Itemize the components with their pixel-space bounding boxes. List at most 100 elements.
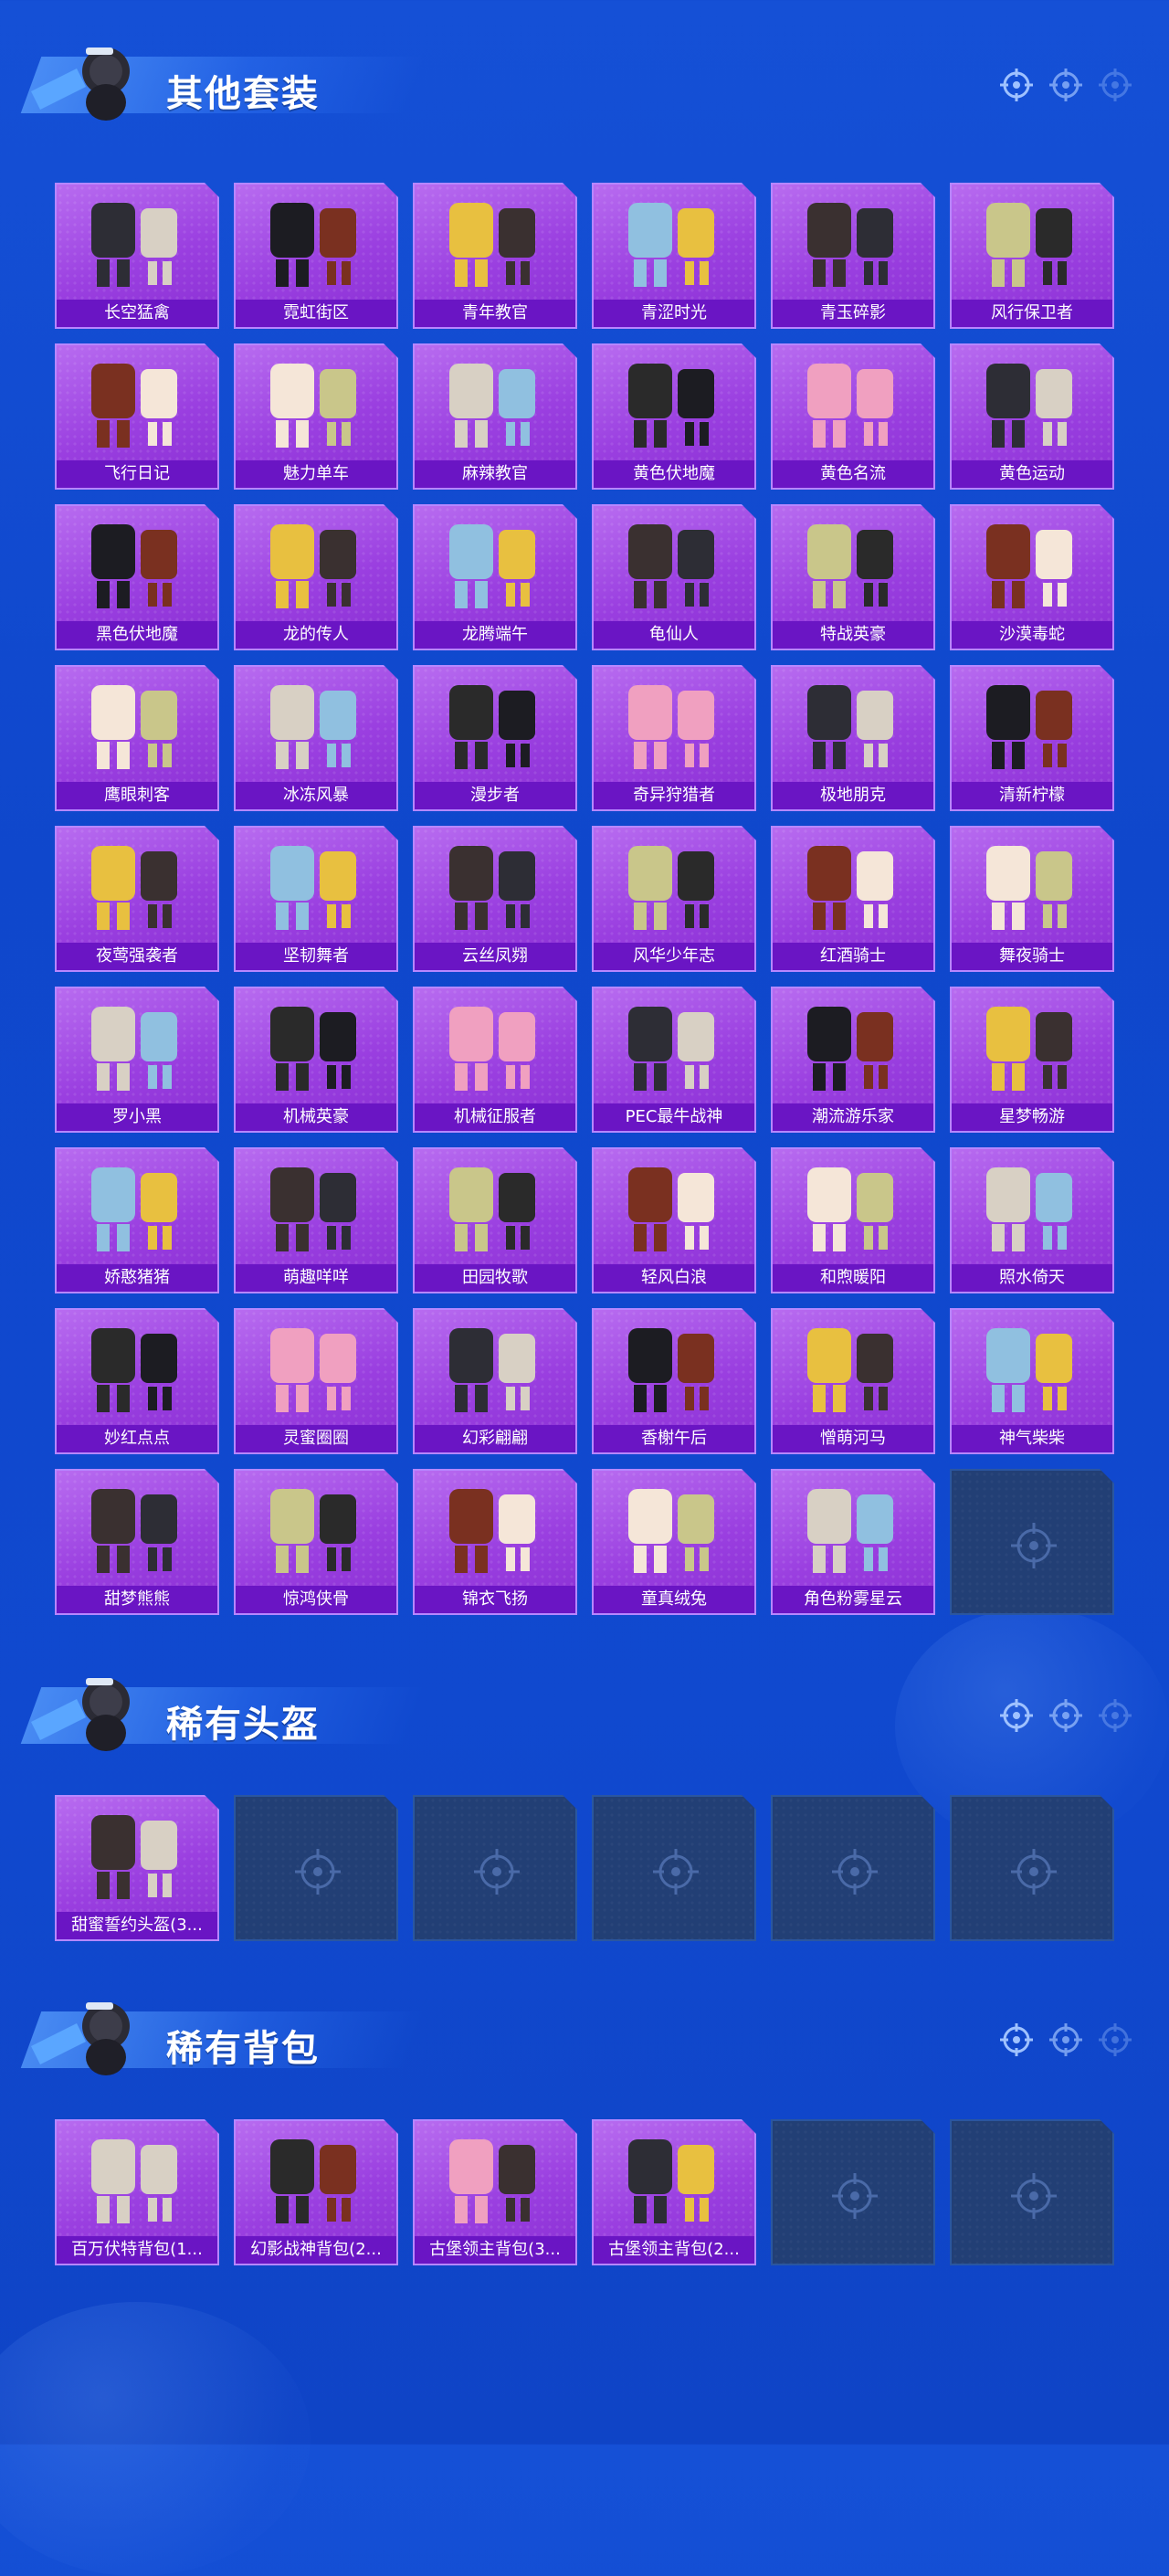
item-thumbnail-icon <box>807 524 893 608</box>
item-thumbnail-icon <box>986 846 1072 930</box>
crosshair-icon <box>474 1849 520 1895</box>
crosshair-icon <box>1011 1849 1057 1895</box>
item-card[interactable]: 云丝凤翙 <box>413 826 577 972</box>
item-thumbnail-icon <box>91 2139 177 2223</box>
item-thumbnail-icon <box>986 1328 1072 1412</box>
item-card[interactable]: 长空猛禽 <box>55 183 219 329</box>
item-card[interactable]: 龙腾端午 <box>413 504 577 650</box>
crosshair-icon <box>653 1849 699 1895</box>
item-card[interactable]: 童真绒兔 <box>592 1469 756 1615</box>
item-thumbnail-icon <box>807 203 893 287</box>
item-card[interactable]: 冰冻风暴 <box>234 665 398 811</box>
background-balloon <box>0 2302 311 2576</box>
item-card[interactable]: 甜梦熊熊 <box>55 1469 219 1615</box>
item-label: 青玉碎影 <box>773 300 933 327</box>
item-card[interactable]: 鹰眼刺客 <box>55 665 219 811</box>
item-card[interactable]: 惊鸿侠骨 <box>234 1469 398 1615</box>
item-card[interactable]: 潮流游乐家 <box>771 987 935 1133</box>
item-card[interactable]: 特战英豪 <box>771 504 935 650</box>
crosshair-icon <box>1049 69 1082 101</box>
item-thumbnail-icon <box>449 685 535 769</box>
item-card[interactable]: 甜蜜誓约头盔(3... <box>55 1795 219 1941</box>
item-thumbnail-icon <box>628 1328 714 1412</box>
section-other-outfits: 其他套装 长空猛禽 霓虹街区 青年教官 青涩时光 青玉碎影 风行保卫者 飞行日记 魅力单车 麻辣… <box>0 37 1169 1615</box>
item-grid: 长空猛禽 霓虹街区 青年教官 青涩时光 青玉碎影 风行保卫者飞行日记 魅力单车 麻辣教官 黄色伏… <box>55 183 1114 1615</box>
empty-slot <box>592 1795 756 1941</box>
item-card[interactable]: 青玉碎影 <box>771 183 935 329</box>
item-thumbnail-icon <box>628 685 714 769</box>
item-card[interactable]: 古堡领主背包(3... <box>413 2119 577 2265</box>
item-thumbnail-icon <box>807 1007 893 1091</box>
item-label: 田园牧歌 <box>415 1264 575 1292</box>
item-card[interactable]: 妙红点点 <box>55 1308 219 1454</box>
item-card[interactable]: 罗小黑 <box>55 987 219 1133</box>
item-card[interactable]: 红酒骑士 <box>771 826 935 972</box>
item-label: 特战英豪 <box>773 621 933 649</box>
item-card[interactable]: 萌趣咩咩 <box>234 1147 398 1293</box>
item-label: 青涩时光 <box>594 300 754 327</box>
item-card[interactable]: 麻辣教官 <box>413 343 577 490</box>
item-card[interactable]: 龟仙人 <box>592 504 756 650</box>
item-card[interactable]: 机械英豪 <box>234 987 398 1133</box>
item-card[interactable]: 夜莺强袭者 <box>55 826 219 972</box>
item-card[interactable]: 古堡领主背包(2... <box>592 2119 756 2265</box>
item-card[interactable]: 黄色运动 <box>950 343 1114 490</box>
item-card[interactable]: 神气柴柴 <box>950 1308 1114 1454</box>
reticle-decoration <box>999 2022 1132 2057</box>
item-card[interactable]: 舞夜骑士 <box>950 826 1114 972</box>
item-card[interactable]: PEC最牛战神 <box>592 987 756 1133</box>
item-card[interactable]: 清新柠檬 <box>950 665 1114 811</box>
item-card[interactable]: 锦衣飞扬 <box>413 1469 577 1615</box>
item-card[interactable]: 幻彩翩翩 <box>413 1308 577 1454</box>
item-card[interactable]: 憎萌河马 <box>771 1308 935 1454</box>
item-card[interactable]: 青涩时光 <box>592 183 756 329</box>
item-label: 霓虹街区 <box>236 300 396 327</box>
item-card[interactable]: 飞行日记 <box>55 343 219 490</box>
item-thumbnail-icon <box>449 524 535 608</box>
mascot-icon <box>31 1678 130 1751</box>
crosshair-icon <box>1099 69 1132 101</box>
item-card[interactable]: 风行保卫者 <box>950 183 1114 329</box>
item-card[interactable]: 角色粉雾星云 <box>771 1469 935 1615</box>
item-label: 幻影战神背包(2... <box>236 2236 396 2264</box>
crosshair-icon <box>832 1849 878 1895</box>
item-card[interactable]: 娇憨猪猪 <box>55 1147 219 1293</box>
item-card[interactable]: 照水倚天 <box>950 1147 1114 1293</box>
item-card[interactable]: 机械征服者 <box>413 987 577 1133</box>
item-card[interactable]: 风华少年志 <box>592 826 756 972</box>
item-card[interactable]: 黄色名流 <box>771 343 935 490</box>
item-thumbnail-icon <box>270 364 356 448</box>
item-card[interactable]: 百万伏特背包(1... <box>55 2119 219 2265</box>
item-card[interactable]: 灵蜜圈圈 <box>234 1308 398 1454</box>
item-card[interactable]: 和煦暖阳 <box>771 1147 935 1293</box>
item-label: 风华少年志 <box>594 943 754 970</box>
item-card[interactable]: 星梦畅游 <box>950 987 1114 1133</box>
item-label: 长空猛禽 <box>57 300 217 327</box>
item-card[interactable]: 龙的传人 <box>234 504 398 650</box>
item-card[interactable]: 魅力单车 <box>234 343 398 490</box>
item-card[interactable]: 黄色伏地魔 <box>592 343 756 490</box>
item-card[interactable]: 漫步者 <box>413 665 577 811</box>
item-label: 黑色伏地魔 <box>57 621 217 649</box>
section-rare-backpacks: 稀有背包 百万伏特背包(1... 幻影战神背包(2... 古堡领主背包(3... 古堡… <box>0 1991 1169 2265</box>
item-card[interactable]: 极地朋克 <box>771 665 935 811</box>
item-card[interactable]: 幻影战神背包(2... <box>234 2119 398 2265</box>
item-label: 和煦暖阳 <box>773 1264 933 1292</box>
item-card[interactable]: 沙漠毒蛇 <box>950 504 1114 650</box>
item-card[interactable]: 轻风白浪 <box>592 1147 756 1293</box>
item-label: 风行保卫者 <box>952 300 1112 327</box>
item-card[interactable]: 田园牧歌 <box>413 1147 577 1293</box>
item-card[interactable]: 坚韧舞者 <box>234 826 398 972</box>
empty-slot <box>771 2119 935 2265</box>
item-card[interactable]: 霓虹街区 <box>234 183 398 329</box>
item-label: 青年教官 <box>415 300 575 327</box>
item-card[interactable]: 黑色伏地魔 <box>55 504 219 650</box>
item-card[interactable]: 香榭午后 <box>592 1308 756 1454</box>
item-thumbnail-icon <box>807 1167 893 1251</box>
item-card[interactable]: 青年教官 <box>413 183 577 329</box>
item-card[interactable]: 奇异狩猎者 <box>592 665 756 811</box>
item-label: 灵蜜圈圈 <box>236 1425 396 1452</box>
item-thumbnail-icon <box>91 203 177 287</box>
item-thumbnail-icon <box>986 685 1072 769</box>
section-header: 稀有头盔 <box>0 1667 1169 1751</box>
